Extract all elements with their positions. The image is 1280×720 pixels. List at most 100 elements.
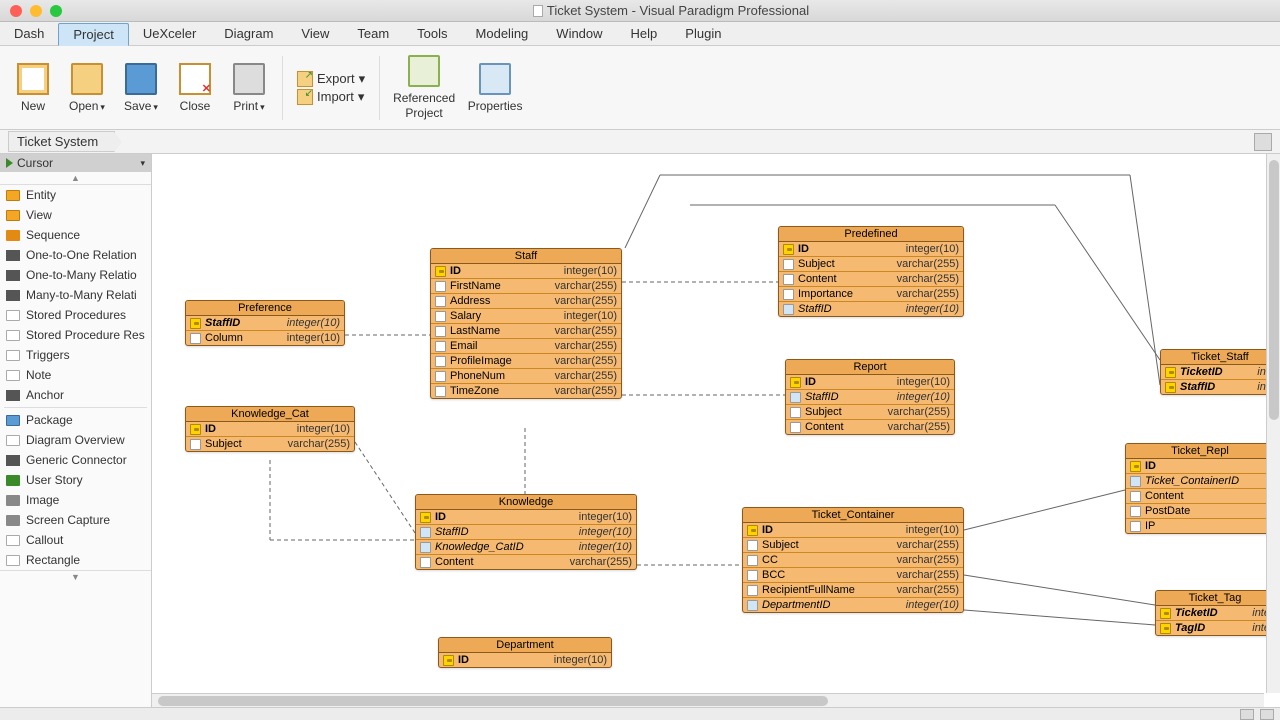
entity-column[interactable]: StaffIDinteger(10) — [786, 390, 954, 405]
entity-column[interactable]: StaffIDinteger(10) — [779, 302, 963, 316]
entity-column[interactable]: IDinteger(10) — [439, 653, 611, 667]
entity-knowledge[interactable]: KnowledgeIDinteger(10)StaffIDinteger(10)… — [415, 494, 637, 570]
entity-report[interactable]: ReportIDinteger(10)StaffIDinteger(10)Sub… — [785, 359, 955, 435]
entity-column[interactable]: Importancevarchar(255) — [779, 287, 963, 302]
vertical-scrollbar[interactable] — [1266, 154, 1280, 693]
entity-column[interactable]: DepartmentIDinteger(10) — [743, 598, 963, 612]
scrollbar-thumb[interactable] — [158, 696, 828, 706]
relationship-line[interactable] — [964, 575, 1155, 605]
diagram-navigator-icon[interactable] — [1254, 133, 1272, 151]
entity-ticket-staff[interactable]: Ticket_StaffTicketIDinteStaffIDinte — [1160, 349, 1280, 395]
palette-item-screen-capture[interactable]: Screen Capture — [0, 510, 151, 530]
entity-predefined[interactable]: PredefinedIDinteger(10)Subjectvarchar(25… — [778, 226, 964, 317]
palette-item-user-story[interactable]: User Story — [0, 470, 151, 490]
palette-item-diagram-overview[interactable]: Diagram Overview — [0, 430, 151, 450]
entity-ticket-repl[interactable]: Ticket_ReplIDTicket_ContainerIDContentPo… — [1125, 443, 1275, 534]
entity-column[interactable]: BCCvarchar(255) — [743, 568, 963, 583]
menu-plugin[interactable]: Plugin — [671, 23, 735, 44]
open-button[interactable]: Open — [62, 51, 112, 125]
minimize-window-button[interactable] — [30, 5, 42, 17]
entity-column[interactable]: FirstNamevarchar(255) — [431, 279, 621, 294]
close-button[interactable]: Close — [170, 51, 220, 125]
palette-item-one-to-one-relation[interactable]: One-to-One Relation — [0, 245, 151, 265]
entity-column[interactable]: StaffIDinteger(10) — [416, 525, 636, 540]
entity-column[interactable]: RecipientFullNamevarchar(255) — [743, 583, 963, 598]
entity-column[interactable]: CCvarchar(255) — [743, 553, 963, 568]
entity-column[interactable]: Subjectvarchar(255) — [779, 257, 963, 272]
palette-cursor-tool[interactable]: Cursor ▾ — [0, 154, 151, 172]
palette-item-triggers[interactable]: Triggers — [0, 345, 151, 365]
menu-diagram[interactable]: Diagram — [210, 23, 287, 44]
entity-column[interactable]: StaffIDinteger(10) — [186, 316, 344, 331]
menu-uexceler[interactable]: UeXceler — [129, 23, 210, 44]
menu-modeling[interactable]: Modeling — [462, 23, 543, 44]
entity-column[interactable]: IDinteger(10) — [431, 264, 621, 279]
palette-item-anchor[interactable]: Anchor — [0, 385, 151, 405]
save-button[interactable]: Save — [116, 51, 166, 125]
palette-item-entity[interactable]: Entity — [0, 185, 151, 205]
entity-column[interactable]: ID — [1126, 459, 1274, 474]
relationship-line[interactable] — [625, 175, 660, 248]
entity-column[interactable]: TagIDinte — [1156, 621, 1274, 635]
palette-collapse-down[interactable]: ▼ — [0, 570, 151, 583]
palette-item-view[interactable]: View — [0, 205, 151, 225]
entity-column[interactable]: PhoneNumvarchar(255) — [431, 369, 621, 384]
relationship-line[interactable] — [1055, 205, 1160, 360]
entity-column[interactable]: Ticket_ContainerID — [1126, 474, 1274, 489]
import-button[interactable]: Import▾ — [297, 89, 365, 105]
entity-column[interactable]: IDinteger(10) — [786, 375, 954, 390]
palette-item-many-to-many-relati[interactable]: Many-to-Many Relati — [0, 285, 151, 305]
menu-help[interactable]: Help — [617, 23, 672, 44]
message-icon[interactable] — [1240, 709, 1254, 720]
entity-column[interactable]: Emailvarchar(255) — [431, 339, 621, 354]
entity-staff[interactable]: StaffIDinteger(10)FirstNamevarchar(255)A… — [430, 248, 622, 399]
zoom-window-button[interactable] — [50, 5, 62, 17]
scrollbar-thumb[interactable] — [1269, 160, 1279, 420]
palette-item-image[interactable]: Image — [0, 490, 151, 510]
menu-team[interactable]: Team — [343, 23, 403, 44]
referenced-project-button[interactable]: Referenced Project — [388, 51, 460, 125]
entity-column[interactable]: IDinteger(10) — [186, 422, 354, 437]
breadcrumb-item[interactable]: Ticket System — [8, 131, 115, 152]
entity-column[interactable]: Knowledge_CatIDinteger(10) — [416, 540, 636, 555]
palette-item-package[interactable]: Package — [0, 410, 151, 430]
entity-column[interactable]: LastNamevarchar(255) — [431, 324, 621, 339]
entity-column[interactable]: Content — [1126, 489, 1274, 504]
new-button[interactable]: New — [8, 51, 58, 125]
relationship-line[interactable] — [964, 490, 1125, 530]
relationship-line[interactable] — [1130, 175, 1160, 385]
entity-column[interactable]: Subjectvarchar(255) — [186, 437, 354, 451]
palette-item-stored-procedure-res[interactable]: Stored Procedure Res — [0, 325, 151, 345]
entity-column[interactable]: Salaryinteger(10) — [431, 309, 621, 324]
close-window-button[interactable] — [10, 5, 22, 17]
entity-column[interactable]: Contentvarchar(255) — [779, 272, 963, 287]
palette-item-stored-procedures[interactable]: Stored Procedures — [0, 305, 151, 325]
palette-item-sequence[interactable]: Sequence — [0, 225, 151, 245]
palette-item-callout[interactable]: Callout — [0, 530, 151, 550]
menu-dash[interactable]: Dash — [0, 23, 58, 44]
entity-column[interactable]: Subjectvarchar(255) — [786, 405, 954, 420]
entity-column[interactable]: Subjectvarchar(255) — [743, 538, 963, 553]
diagram-canvas[interactable]: PreferenceStaffIDinteger(10)Columnintege… — [152, 154, 1280, 707]
entity-ticket-container[interactable]: Ticket_ContainerIDinteger(10)Subjectvarc… — [742, 507, 964, 613]
entity-ticket-tag[interactable]: Ticket_TagTicketIDinteTagIDinte — [1155, 590, 1275, 636]
relationship-line[interactable] — [355, 442, 415, 533]
memo-icon[interactable] — [1260, 709, 1274, 720]
entity-department[interactable]: DepartmentIDinteger(10) — [438, 637, 612, 668]
entity-column[interactable]: IDinteger(10) — [779, 242, 963, 257]
menu-project[interactable]: Project — [58, 23, 128, 46]
entity-column[interactable]: ProfileImagevarchar(255) — [431, 354, 621, 369]
palette-item-generic-connector[interactable]: Generic Connector — [0, 450, 151, 470]
entity-preference[interactable]: PreferenceStaffIDinteger(10)Columnintege… — [185, 300, 345, 346]
properties-button[interactable]: Properties — [464, 51, 526, 125]
menu-view[interactable]: View — [287, 23, 343, 44]
print-button[interactable]: Print — [224, 51, 274, 125]
palette-item-rectangle[interactable]: Rectangle — [0, 550, 151, 570]
relationship-line[interactable] — [964, 610, 1155, 625]
entity-column[interactable]: StaffIDinte — [1161, 380, 1279, 394]
entity-column[interactable]: Contentvarchar(255) — [416, 555, 636, 569]
palette-item-one-to-many-relatio[interactable]: One-to-Many Relatio — [0, 265, 151, 285]
entity-column[interactable]: Columninteger(10) — [186, 331, 344, 345]
entity-column[interactable]: TimeZonevarchar(255) — [431, 384, 621, 398]
entity-column[interactable]: PostDate — [1126, 504, 1274, 519]
